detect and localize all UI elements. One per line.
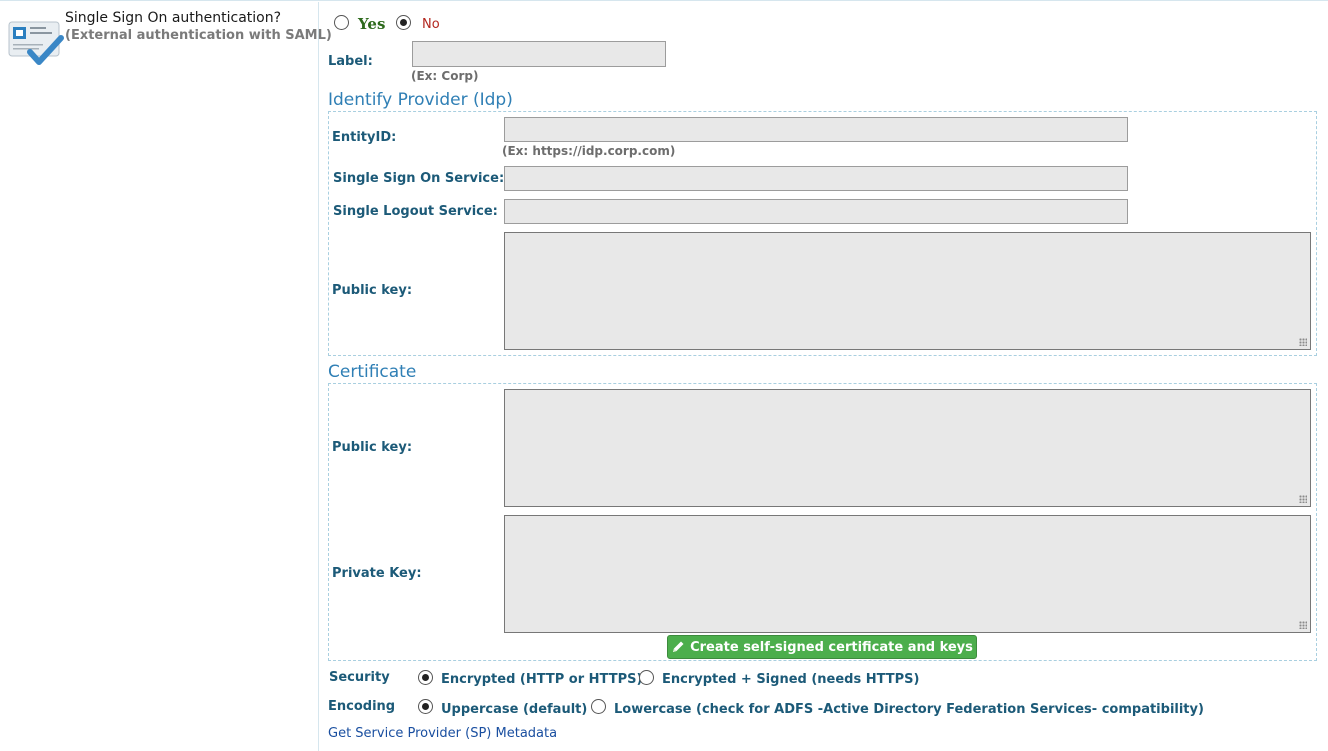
sso-yes-radio[interactable]: [334, 15, 349, 30]
sp-metadata-link[interactable]: Get Service Provider (SP) Metadata: [328, 726, 557, 741]
label-hint: (Ex: Corp): [411, 69, 479, 83]
sso-yes-label[interactable]: Yes: [358, 15, 385, 33]
security-encrypted-radio[interactable]: [418, 670, 433, 685]
security-signed-label[interactable]: Encrypted + Signed (needs HTTPS): [662, 672, 920, 687]
create-certificate-button[interactable]: Create self-signed certificate and keys: [667, 635, 977, 659]
security-signed-radio[interactable]: [639, 670, 654, 685]
create-certificate-label: Create self-signed certificate and keys: [690, 639, 973, 655]
entity-id-label: EntityID:: [332, 130, 397, 145]
top-divider: [0, 0, 1328, 1]
encoding-label: Encoding: [328, 699, 396, 714]
slo-service-label: Single Logout Service:: [333, 204, 498, 219]
cert-private-key-label: Private Key:: [332, 566, 422, 581]
idp-heading: Identify Provider (Idp): [328, 90, 513, 110]
sso-subtitle: (External authentication with SAML): [65, 28, 332, 43]
resize-grip-icon[interactable]: [1299, 338, 1307, 346]
entity-id-input[interactable]: [504, 117, 1128, 142]
encoding-lowercase-radio[interactable]: [591, 699, 606, 714]
cert-public-key-textarea[interactable]: [504, 389, 1311, 507]
left-column: Single Sign On authentication? (External…: [0, 2, 332, 751]
resize-grip-icon[interactable]: [1299, 621, 1307, 629]
sso-no-label[interactable]: No: [422, 17, 440, 32]
label-field-label: Label:: [328, 54, 373, 69]
encoding-lowercase-label[interactable]: Lowercase (check for ADFS -Active Direct…: [614, 702, 1204, 717]
resize-grip-icon[interactable]: [1299, 495, 1307, 503]
pencil-icon: [673, 641, 684, 652]
entity-id-hint: (Ex: https://idp.corp.com): [502, 144, 676, 158]
idp-public-key-label: Public key:: [332, 283, 413, 298]
slo-service-input[interactable]: [504, 199, 1128, 224]
security-label: Security: [329, 670, 390, 685]
sso-title: Single Sign On authentication?: [65, 10, 282, 26]
cert-public-key-label: Public key:: [332, 440, 413, 455]
sso-service-label: Single Sign On Service:: [333, 171, 505, 186]
security-encrypted-label[interactable]: Encrypted (HTTP or HTTPS): [441, 672, 642, 687]
cert-private-key-textarea[interactable]: [504, 515, 1311, 633]
sso-service-input[interactable]: [504, 166, 1128, 191]
idp-public-key-textarea[interactable]: [504, 232, 1311, 350]
sso-no-radio[interactable]: [396, 15, 411, 30]
certificate-heading: Certificate: [328, 362, 417, 382]
encoding-uppercase-label[interactable]: Uppercase (default): [441, 702, 587, 717]
sso-card-check-icon: [8, 21, 64, 65]
encoding-uppercase-radio[interactable]: [418, 699, 433, 714]
label-input[interactable]: [412, 41, 666, 67]
